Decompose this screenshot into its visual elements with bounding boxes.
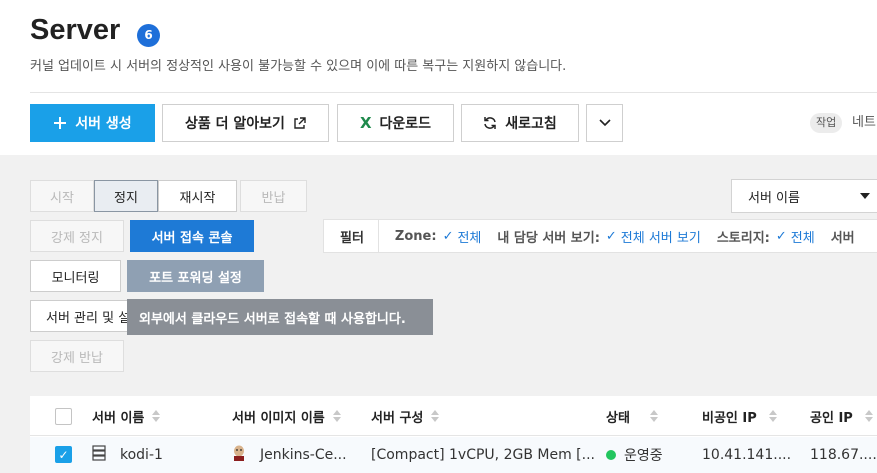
zone-filter-value: 전체 (457, 230, 482, 246)
more-filter[interactable]: 서버 (831, 227, 855, 246)
page-header: Server 6 커널 업데이트 시 서버의 정상적인 사용이 불가능할 수 있… (0, 0, 877, 155)
task-label: 작업 (810, 113, 843, 133)
zone-filter[interactable]: Zone: ✓ 전체 (395, 227, 481, 246)
download-label: 다운로드 (379, 116, 432, 132)
storage-filter[interactable]: 스토리지: ✓ 전체 (717, 227, 815, 246)
server-image-name: Jenkins-Ce... (260, 447, 347, 463)
owner-filter[interactable]: 내 담당 서버 보기: ✓ 전체 서버 보기 (497, 227, 700, 246)
private-ip: 10.41.141.... (702, 447, 792, 463)
sort-icon (649, 410, 658, 422)
excel-icon: X (359, 114, 372, 132)
caret-down-icon (860, 193, 870, 199)
monitoring-button[interactable]: 모니터링 (30, 260, 121, 292)
filter-label: 필터 (324, 220, 379, 252)
column-label: 비공인 IP (702, 410, 757, 426)
learn-more-label: 상품 더 알아보기 (185, 116, 285, 132)
search-field-value: 서버 이름 (748, 190, 800, 206)
server-image-cell: Jenkins-Ce... (232, 437, 347, 473)
server-name[interactable]: kodi-1 (120, 447, 163, 463)
column-header-private-ip[interactable]: 비공인 IP (702, 396, 777, 436)
server-spec: [Compact] 1vCPU, 2GB Mem [... (371, 447, 595, 463)
download-button[interactable]: X 다운로드 (337, 104, 454, 142)
restart-button[interactable]: 재시작 (158, 180, 237, 212)
owner-filter-value: 전체 서버 보기 (620, 230, 701, 246)
external-link-icon (293, 116, 306, 130)
force-return-button[interactable]: 강제 반납 (30, 340, 124, 372)
kernel-notice: 커널 업데이트 시 서버의 정상적인 사용이 불가능할 수 있으며 이에 따른 … (30, 59, 567, 74)
create-server-button[interactable]: 서버 생성 (30, 104, 155, 142)
column-header-spec[interactable]: 서버 구성 (371, 396, 440, 436)
zone-filter-label: Zone: (394, 228, 437, 244)
column-label: 서버 이미지 이름 (232, 410, 325, 426)
port-forwarding-button[interactable]: 포트 포워딩 설정 (127, 260, 264, 292)
server-count-badge: 6 (137, 24, 160, 47)
column-header-image[interactable]: 서버 이미지 이름 (232, 396, 341, 436)
plus-icon (53, 116, 67, 130)
sort-icon (332, 410, 341, 422)
task-text[interactable]: 네트 (852, 113, 876, 133)
storage-filter-label: 스토리지: (716, 230, 770, 246)
server-status: 운영중 (624, 448, 663, 464)
chevron-down-icon (598, 119, 611, 127)
header-divider (30, 92, 877, 93)
page-title: Server (30, 14, 121, 46)
jenkins-icon (232, 445, 246, 465)
owner-filter-label: 내 담당 서버 보기: (497, 230, 600, 246)
column-label: 서버 구성 (371, 410, 424, 426)
table-header: 서버 이름 서버 이미지 이름 서버 구성 상태 비공인 IP 공인 IP (30, 396, 877, 436)
filter-bar: 필터 Zone: ✓ 전체 내 담당 서버 보기: ✓ 전체 서버 보기 스토리지:… (323, 219, 877, 253)
search-field-select[interactable]: 서버 이름 (731, 179, 877, 213)
public-ip: 118.67.... (810, 447, 877, 463)
sort-icon (152, 410, 161, 422)
server-console-button[interactable]: 서버 접속 콘솔 (130, 220, 254, 252)
check-icon: ✓ (442, 228, 454, 244)
table-row[interactable]: ✓ kodi-1 Jenkins-Ce... [Compact] 1vCPU, … (30, 437, 877, 473)
column-header-name[interactable]: 서버 이름 (92, 396, 161, 436)
check-icon: ✓ (775, 228, 787, 244)
server-icon (92, 445, 106, 465)
more-filter-label: 서버 (830, 230, 855, 246)
return-button[interactable]: 반납 (240, 180, 307, 212)
column-header-public-ip[interactable]: 공인 IP (810, 396, 873, 436)
check-icon: ✓ (605, 228, 617, 244)
force-stop-button[interactable]: 강제 정지 (30, 220, 124, 252)
learn-more-button[interactable]: 상품 더 알아보기 (162, 104, 329, 142)
refresh-button[interactable]: 새로고침 (461, 104, 579, 142)
row-checkbox[interactable]: ✓ (55, 446, 72, 463)
server-status-cell: 운영중 (606, 437, 663, 473)
sort-icon (431, 410, 440, 422)
server-table: 서버 이름 서버 이미지 이름 서버 구성 상태 비공인 IP 공인 IP ✓ (30, 396, 877, 473)
status-running-dot (606, 450, 616, 460)
start-button[interactable]: 시작 (30, 180, 94, 212)
sort-icon (768, 410, 777, 422)
server-name-cell: kodi-1 (92, 437, 163, 473)
create-server-label: 서버 생성 (75, 116, 132, 132)
refresh-label: 새로고침 (505, 116, 557, 132)
port-forwarding-tooltip: 외부에서 클라우드 서버로 접속할 때 사용합니다. (127, 299, 433, 335)
sort-icon (864, 410, 873, 422)
select-all-checkbox[interactable] (55, 408, 72, 425)
column-header-status[interactable]: 상태 (606, 396, 658, 436)
column-label: 공인 IP (810, 410, 853, 426)
column-label: 서버 이름 (92, 410, 145, 426)
refresh-icon (483, 116, 497, 130)
more-options-button[interactable] (586, 104, 623, 142)
column-label: 상태 (606, 410, 630, 426)
storage-filter-value: 전체 (790, 230, 815, 246)
stop-button[interactable]: 정지 (94, 180, 158, 212)
